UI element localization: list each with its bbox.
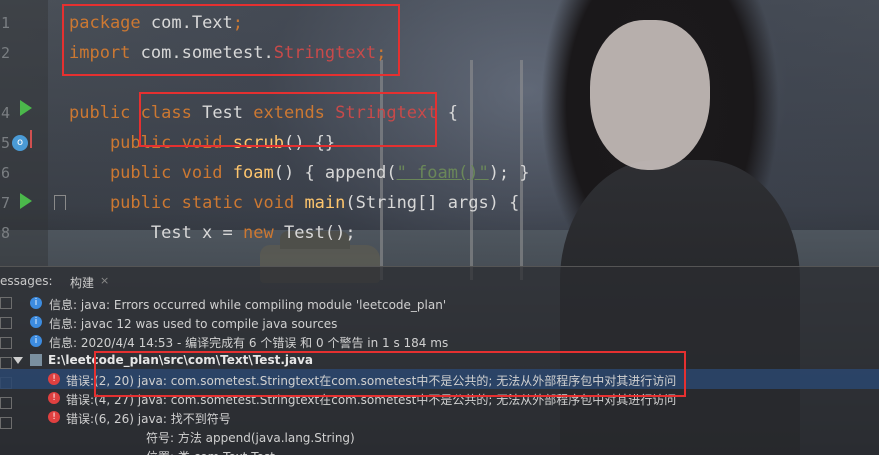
code-token: foam (232, 163, 274, 183)
build-messages-panel: essages: 构建 × i 信息: java: Errors occurred… (0, 266, 879, 455)
code-token: void (253, 193, 305, 213)
run-main-icon[interactable] (20, 193, 32, 209)
toolbar-button[interactable] (0, 397, 12, 409)
line-number: 5 (0, 134, 10, 152)
close-tab-icon[interactable]: × (100, 274, 109, 287)
code-token: Test(); (283, 223, 356, 243)
code-text[interactable]: Test x = new Test(); (69, 218, 356, 248)
toolbar-button[interactable] (0, 357, 12, 369)
panel-tab-bar: essages: 构建 × (0, 267, 879, 293)
java-file-icon (30, 354, 42, 366)
info-message[interactable]: 信息: 2020/4/4 14:53 - 编译完成有 6 个错误 和 0 个警告… (49, 334, 448, 351)
code-token: public (69, 163, 182, 183)
error-icon: ! (48, 411, 60, 423)
toolbar-button[interactable] (0, 337, 12, 349)
annotation-box-class-declaration (139, 92, 437, 147)
error-icon: ! (48, 373, 60, 385)
code-token: () { append( (273, 163, 397, 183)
annotation-box-error (94, 351, 686, 397)
code-text[interactable]: public void foam() { append(" foam()"); … (69, 158, 530, 188)
implements-up-arrow-icon[interactable] (30, 130, 40, 148)
line-number: 2 (0, 44, 10, 62)
info-icon: i (30, 335, 42, 347)
code-token: main (304, 193, 346, 213)
messages-tab-label: essages: (0, 274, 53, 288)
code-token: " foam()" (396, 163, 489, 183)
code-line[interactable]: 7 public static void main(String[] args)… (0, 188, 879, 218)
code-text[interactable]: public static void main(String[] args) { (69, 188, 519, 218)
toolbar-button[interactable] (0, 417, 12, 429)
code-line[interactable]: 4 public class Test extends Stringtext { (0, 98, 879, 128)
info-icon: i (30, 297, 42, 309)
info-message[interactable]: 信息: javac 12 was used to compile java so… (49, 315, 337, 332)
line-number: 7 (0, 194, 10, 212)
bookmark-icon[interactable] (54, 195, 66, 210)
tab-build[interactable]: 构建 (70, 274, 94, 291)
expand-triangle-icon[interactable] (13, 357, 23, 364)
toolbar-button[interactable] (0, 317, 12, 329)
code-token: (String[] args) { (345, 193, 520, 213)
error-icon: ! (48, 392, 60, 404)
code-token: { (437, 103, 458, 123)
code-token: Test x = (69, 223, 243, 243)
info-message[interactable]: 信息: java: Errors occurred while compilin… (49, 296, 446, 313)
message-detail[interactable]: 符号: 方法 append(java.lang.String) (146, 429, 355, 446)
code-token: ); } (488, 163, 530, 183)
run-class-icon[interactable] (20, 100, 32, 116)
code-token: new (243, 223, 284, 243)
code-token: static (181, 193, 254, 213)
line-number: 4 (0, 104, 10, 122)
code-line[interactable]: 5 public void scrub() {} (0, 128, 879, 158)
toolbar-button[interactable] (0, 297, 12, 309)
code-line[interactable]: 8 Test x = new Test(); (0, 218, 879, 248)
error-message[interactable]: 错误:(6, 26) java: 找不到符号 (66, 410, 231, 427)
message-detail[interactable]: 位置: 类 com.Text.Test (146, 448, 275, 455)
code-token: public (69, 103, 141, 123)
override-method-icon[interactable]: o (12, 135, 28, 151)
code-token: void (181, 163, 233, 183)
annotation-box-package-import (62, 4, 400, 76)
line-number: 6 (0, 164, 10, 182)
ide-window: 1 package com.Text; 2 import com.sometest.S… (0, 0, 879, 455)
code-token: public (69, 193, 182, 213)
code-line[interactable]: 6 public void foam() { append(" foam()")… (0, 158, 879, 188)
line-number: 8 (0, 224, 10, 242)
line-number: 1 (0, 14, 10, 32)
code-editor[interactable]: 1 package com.Text; 2 import com.sometest.S… (0, 0, 879, 266)
info-icon: i (30, 316, 42, 328)
